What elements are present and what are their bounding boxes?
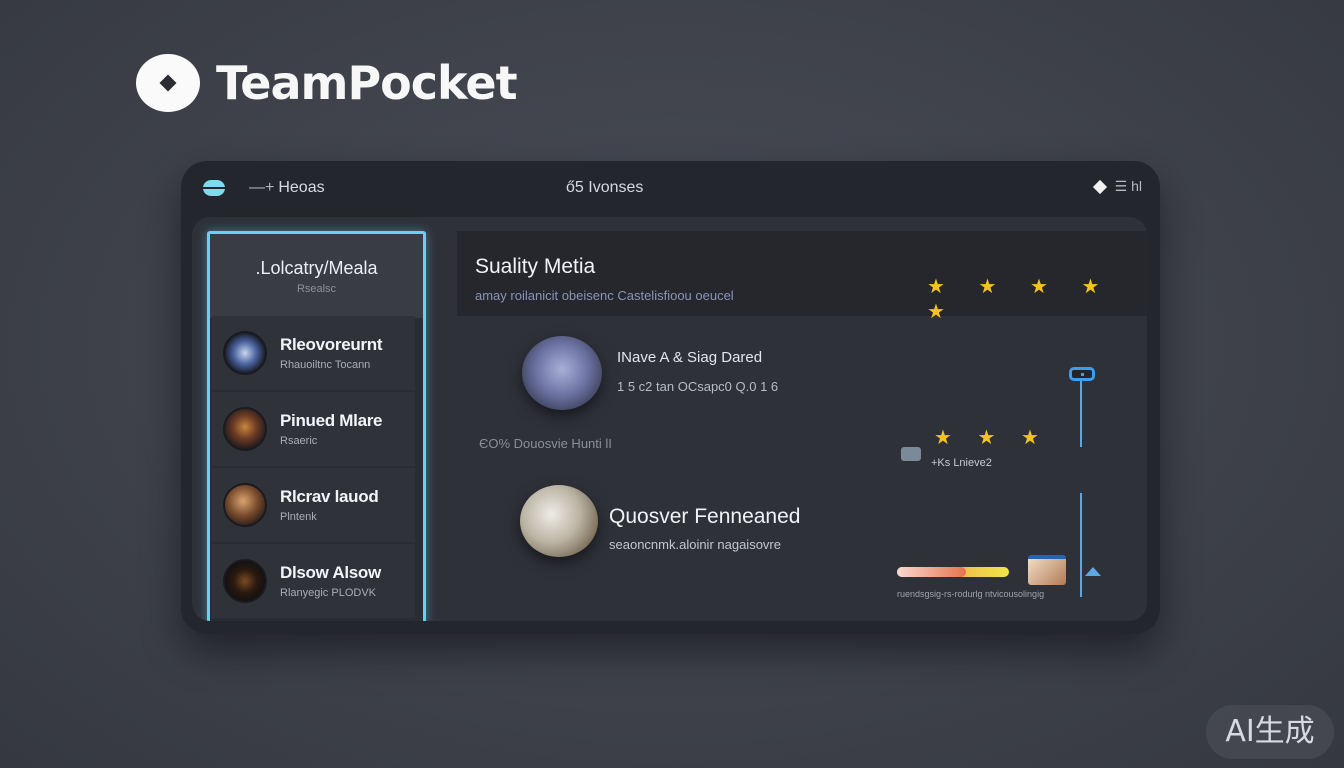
main-header: Suality Metia amay roilanicit obeisenc C… [457, 231, 1147, 323]
preview-thumbnail[interactable] [1028, 555, 1066, 585]
topbar-right: ☰ hl [1092, 178, 1142, 195]
sidebar-item[interactable]: Rlcrav lauod Plntenk [212, 468, 415, 542]
scrollbar-thumb[interactable] [1069, 367, 1095, 381]
avatar [223, 483, 267, 527]
topbar-left: —+ Heoas [203, 179, 325, 197]
entry-title[interactable]: Quosver Fenneaned [609, 505, 800, 529]
entry-meta: seaoncnmk.aloinir nagaisovre [609, 537, 781, 552]
ai-generated-badge: AI生成 [1206, 705, 1334, 759]
sidebar-item-meta: Rhauoiltnc Tocann [280, 359, 371, 371]
sidebar-item-name: Pinued Mlare [280, 411, 383, 430]
sidebar: .Lolcatry/Meala Rsealsc Rleovoreurnt Rha… [207, 231, 426, 621]
thumbnail [901, 447, 921, 461]
scrollbar-track[interactable] [1080, 377, 1082, 447]
sidebar-subtitle: Rsealsc [296, 283, 337, 295]
sidebar-item-meta: Rlanyegic PLODVK [280, 587, 376, 599]
nav-prefix: —+ [249, 179, 275, 196]
avatar [223, 407, 267, 451]
scrollbar-track[interactable] [1080, 493, 1082, 597]
sidebar-item[interactable]: Pinued Mlare Rsaeric [212, 392, 415, 466]
entry-meta: 1 5 c2 tan OCsapc0 Q.0 1 6 [617, 379, 779, 394]
menu-icon[interactable]: ☰ hl [1115, 178, 1142, 195]
progress-fill [897, 567, 967, 577]
rating-note: +Ks Lnieve2 [931, 457, 992, 469]
entry-avatar[interactable] [520, 485, 598, 557]
avatar [223, 559, 267, 603]
arrow-up-icon[interactable] [1085, 567, 1101, 576]
entry-avatar[interactable] [522, 336, 602, 410]
page-title: Suality Metia [475, 255, 596, 278]
rating-stars[interactable]: ★ ★ ★ [934, 425, 1049, 450]
page-subtitle: amay roilanicit obeisenc Castelisfioou o… [475, 288, 734, 303]
progress-bar [897, 567, 1009, 577]
sidebar-title: .Lolcatry/Meala [255, 258, 378, 278]
header-rating-stars[interactable]: ★ ★ ★ ★ ★ [927, 274, 1147, 324]
sidebar-item-name: Rleovoreurnt [280, 335, 383, 354]
sidebar-item-meta: Plntenk [280, 511, 317, 523]
avatar [223, 331, 267, 375]
brand: TeamPocket [136, 54, 518, 112]
sidebar-item[interactable]: Dlsow Alsow Rlanyegic PLODVK [212, 544, 415, 618]
sidebar-item-meta: Rsaeric [280, 435, 318, 447]
app-window: —+ Heoas ő5 Ivonses ☰ hl .Lolcatry/Meala … [181, 161, 1160, 634]
sidebar-header: .Lolcatry/Meala Rsealsc [210, 234, 423, 318]
brand-name: TeamPocket [216, 56, 518, 110]
nav-label: Heoas [278, 179, 325, 196]
sidebar-item-name: Rlcrav lauod [280, 487, 379, 506]
sidebar-item-name: Dlsow Alsow [280, 563, 381, 582]
topbar-center-label[interactable]: ő5 Ivonses [566, 179, 643, 197]
section-label: ЄO% Douosvie Hunti lI [479, 436, 612, 451]
diamond-icon [159, 74, 177, 92]
diamond-icon[interactable] [1092, 179, 1107, 194]
entry-title[interactable]: INave A & Siag Dared [617, 349, 762, 366]
sidebar-item[interactable]: Rleovoreurnt Rhauoiltnc Tocann [212, 316, 415, 390]
pill-toggle-icon[interactable] [203, 180, 225, 196]
footnote: ruendsgsig-rs-rodurlg ntvicousolingig [897, 589, 1045, 599]
brand-logo [136, 54, 200, 112]
nav-link[interactable]: —+ Heoas [249, 179, 325, 197]
content-panel: .Lolcatry/Meala Rsealsc Rleovoreurnt Rha… [192, 217, 1147, 621]
topbar: —+ Heoas ő5 Ivonses ☰ hl [181, 161, 1160, 217]
